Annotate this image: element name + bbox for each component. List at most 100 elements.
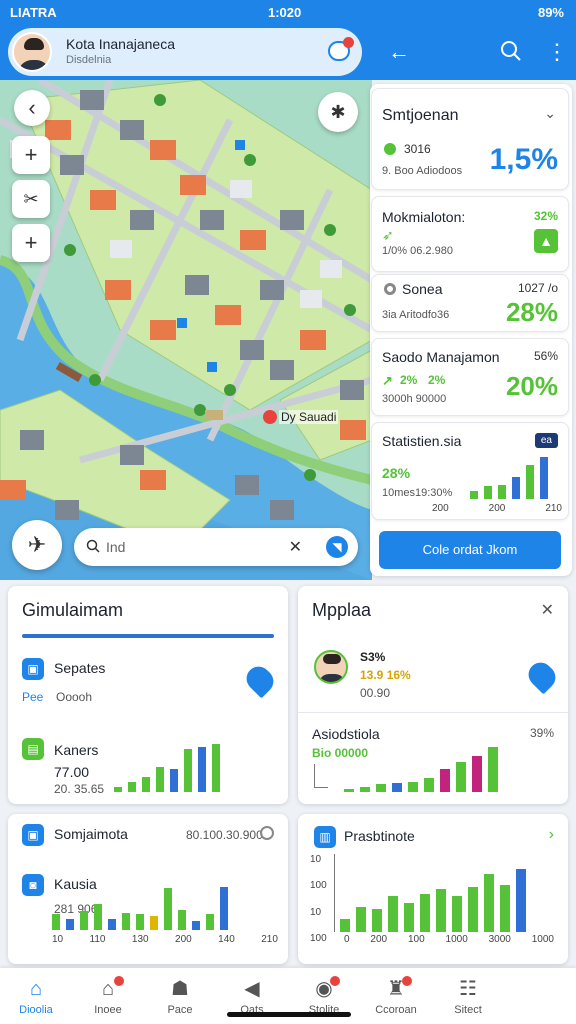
location-fab[interactable]: ✈ [12,520,62,570]
map-marker-label: Dy Sauadi [279,410,339,424]
chevron-down-icon[interactable]: ⌄ [544,105,556,122]
camera-icon: ◙ [22,874,44,896]
population-bar-chart [344,742,504,792]
chart-bar [440,769,450,792]
chat-bubble-icon: ▤ [22,738,44,760]
kaners-label[interactable]: Kaners [54,742,98,758]
close-icon[interactable]: ✕ [541,600,554,620]
search-input[interactable]: Ind [106,539,125,555]
chart-bar [488,747,498,792]
chart-bar [150,916,158,930]
zoom-out-button[interactable]: + [12,224,50,262]
create-report-button[interactable]: Cole ordat Jkom [379,531,561,569]
search-icon[interactable] [500,40,522,67]
chart-axis [314,764,328,788]
avatar [12,32,52,72]
mobilisation-title: Mokmialoton: [382,209,466,225]
chart-bar [360,787,370,792]
statistics-pct: 28% [382,465,411,481]
chart-bar [178,910,186,930]
chevron-right-icon[interactable]: › [549,826,554,844]
chart-bar [128,782,136,792]
mobilisation-card[interactable]: Mokmialoton: 32% ➶ 1/0% 06.2.980 ▲ [371,196,569,272]
status-battery: 89% [537,5,564,20]
summary-card[interactable]: Smtjoenan ⌄ 3016 9. Boo Adiodoos 1,5% [371,88,569,190]
nav-ccoroan[interactable]: ♜ Ccoroan [360,968,432,1024]
search-icon [86,539,100,556]
simulation-title: Gimulaimam [22,600,124,620]
location-pin-icon[interactable] [241,661,279,699]
prasbtinote-title: Prasbtinote [344,828,415,844]
chart-bar [108,919,116,930]
statistics-title: Statistien.sia [382,433,462,449]
sonea-card[interactable]: Sonea 1027 /o 3ia Aritodfo36 28% [371,274,569,332]
status-carrier: LIATRA [10,5,57,20]
chart-bar [376,784,386,792]
axis-tick: 200 [370,934,388,945]
chart-bar [170,769,178,792]
sepates-b: Ooooh [56,690,93,704]
divider [298,712,568,713]
plus-icon: + [24,230,38,255]
pop-row-c: 00.90 [360,686,391,700]
axis-tick: 210 [261,934,278,945]
status-time: 1:020 [268,5,302,20]
map-back-button[interactable]: ‹ [14,90,50,126]
axis-tick: 1000 [445,934,468,945]
management-line-a: 2% [400,373,418,387]
mobilisation-line: 1/0% 06.2.980 [382,245,453,257]
compass-button[interactable]: ✱ [318,92,358,132]
chart-bar [52,914,60,930]
axis-tick: 110 [89,934,106,945]
pop-row-a: S3% [360,650,386,664]
chart-bar [192,921,200,930]
sepates-label[interactable]: Sepates [54,660,105,676]
mobilisation-pct: 32% [533,209,558,223]
simulation-card: Gimulaimam ▣ Sepates Pee Ooooh ▤ Kaners … [8,586,288,804]
axis-tick: 3000 [488,934,511,945]
nav-inoee[interactable]: ⌂ Inoee [72,968,144,1024]
sonea-title: Sonea [402,281,443,297]
location-pin-icon[interactable] [523,657,561,695]
more-vertical-icon[interactable]: ⋮ [546,40,568,64]
nav-dioolia[interactable]: ⌂ Dioolia [0,968,72,1024]
sonea-sub: 3ia Aritodfo36 [382,309,450,321]
chart-bar [472,756,482,792]
tools-button[interactable]: ✂ [12,180,50,218]
locate-icon[interactable]: ◥ [326,536,348,558]
statistics-sub: 10mes19:30% [382,487,453,499]
chart-bar [94,904,102,930]
trend-up-icon: ↗ [382,373,393,388]
nav-label: Ccoroan [375,1004,417,1016]
chart-bar [436,889,446,932]
nav-sitect[interactable]: ☷ Sitect [432,968,504,1024]
notification-dot [330,976,340,986]
calendar-icon: ▣ [22,658,44,680]
management-card[interactable]: Saodo Manajamon 56% ↗ 2% 2% 3000h 90000 … [371,338,569,416]
group-icon: ☷ [459,978,477,1000]
chat-icon[interactable] [328,37,354,61]
prasbtinote-card: ▥ Prasbtinote › 10 100 10 100 0 200 100 … [298,814,568,964]
zoom-in-button[interactable]: + [12,136,50,174]
statistics-card[interactable]: Statistien.sia ea 28% 10mes19:30% 200 20… [371,422,569,520]
prasbtinote-yaxis: 10 100 10 100 [310,854,330,944]
radio-icon[interactable] [260,826,274,840]
clear-icon[interactable]: ✕ [289,537,302,557]
somjaimota-axis: 10 110 130 200 140 210 [52,934,278,945]
chart-bar [500,885,510,932]
stat-title: Asiodstiola [312,726,380,742]
chart-bar [498,485,506,499]
chart-icon: ▥ [314,826,336,848]
summary-value: 1,5% [489,143,558,176]
city-map[interactable]: Dy Sauadi [0,80,372,580]
profile-subtitle: Disdelnia [66,54,112,66]
profile-chip[interactable]: Kota Inanajaneca Disdelnia [8,28,362,76]
nav-pace[interactable]: ☗ Pace [144,968,216,1024]
back-arrow-icon[interactable]: ← [388,40,410,64]
axis-tick: 1000 [531,934,554,945]
chart-axis [334,854,335,932]
chart-bar [484,486,492,499]
progress-bar [22,634,274,638]
map-search[interactable]: Ind ✕ ◥ [74,528,358,566]
chart-bar [468,887,478,932]
